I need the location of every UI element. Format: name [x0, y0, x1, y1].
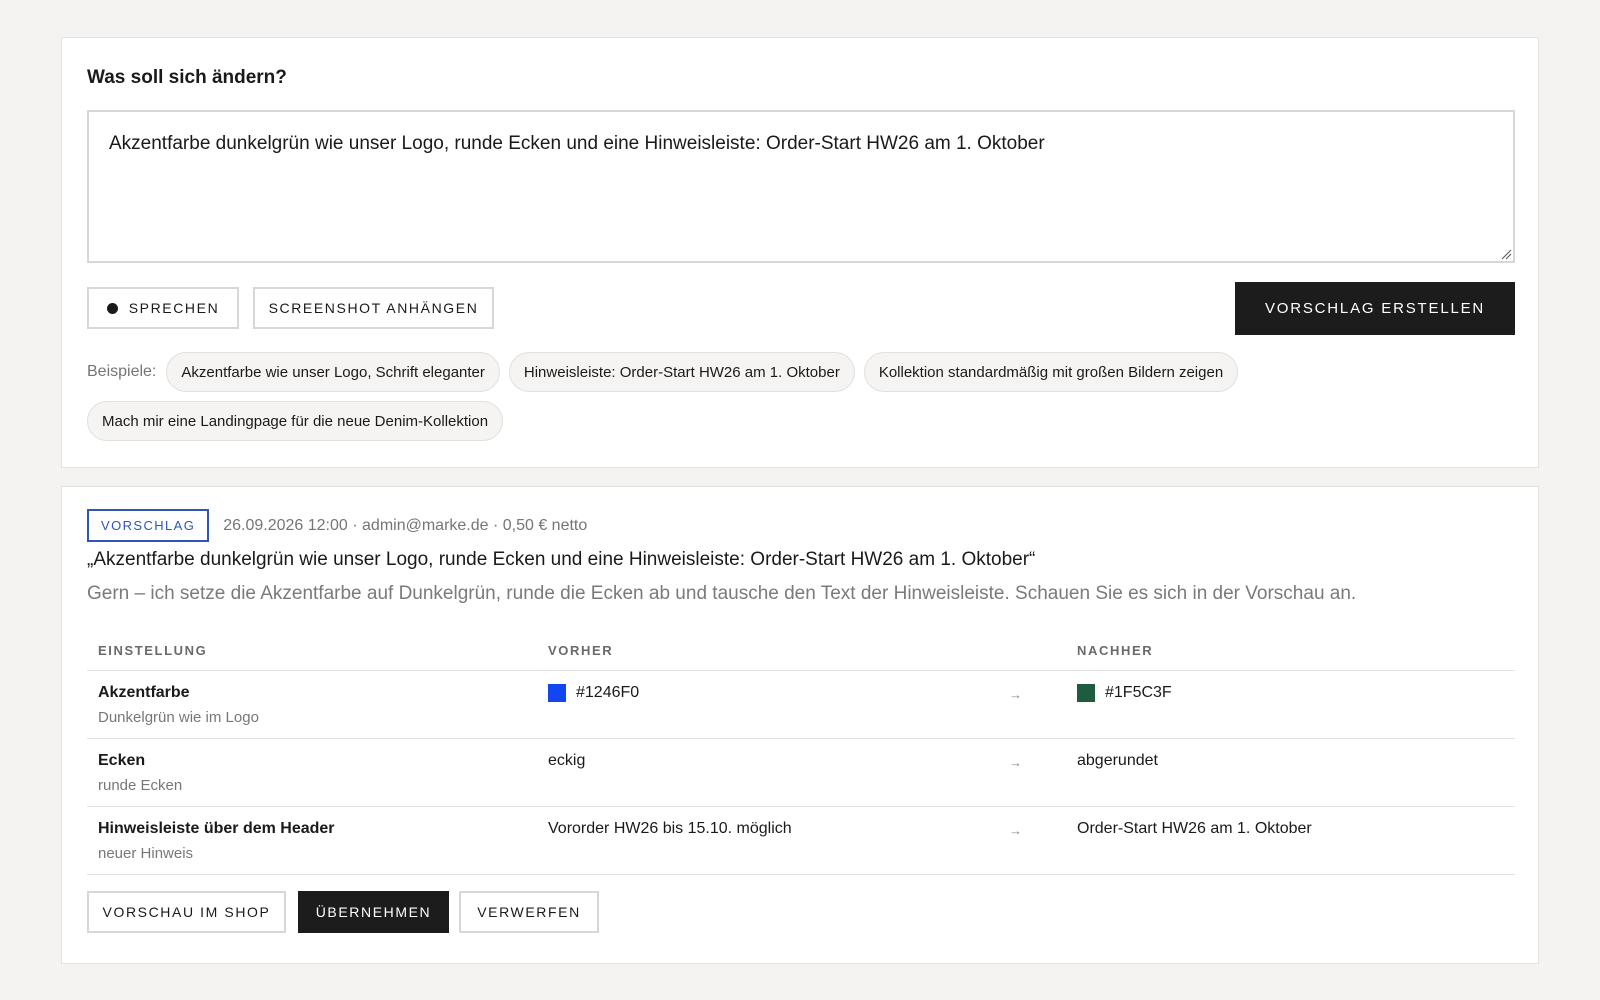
after-value: abgerundet: [1077, 752, 1158, 769]
record-dot-icon: [106, 302, 118, 314]
table-row: Hinweisleiste über dem Header neuer Hinw…: [87, 807, 1515, 875]
setting-description: neuer Hinweis: [98, 845, 194, 862]
preview-in-shop-button[interactable]: VORSCHAU IM SHOP: [87, 891, 286, 933]
table-row: Ecken runde Ecken eckig → abgerundet: [87, 739, 1515, 807]
examples-list: Beispiele: Akzentfarbe wie unser Logo, S…: [87, 352, 1517, 441]
arrow-right-icon: →: [1009, 687, 1022, 702]
table-row: Akzentfarbe Dunkelgrün wie im Logo #1246…: [87, 671, 1515, 739]
change-question-heading: Was soll sich ändern?: [87, 67, 287, 88]
discard-button[interactable]: VERWERFEN: [459, 891, 599, 933]
arrow-right-icon: →: [1009, 755, 1022, 770]
changes-table-header: EINSTELLUNG VORHER NACHHER: [87, 627, 1515, 671]
example-chip[interactable]: Hinweisleiste: Order-Start HW26 am 1. Ok…: [508, 352, 855, 392]
column-header-before: VORHER: [548, 643, 614, 658]
attach-screenshot-button[interactable]: SCREENSHOT ANHÄNGEN: [253, 287, 494, 329]
after-value: Order-Start HW26 am 1. Oktober: [1077, 820, 1312, 837]
arrow-right-icon: →: [1009, 823, 1022, 838]
apply-button[interactable]: ÜBERNEHMEN: [298, 891, 449, 933]
example-chip[interactable]: Akzentfarbe wie unser Logo, Schrift eleg…: [166, 352, 500, 392]
change-request-card: Was soll sich ändern? Akzentfarbe dunkel…: [61, 37, 1539, 468]
proposal-reply: Gern – ich setze die Akzentfarbe auf Dun…: [87, 583, 1357, 604]
setting-name: Hinweisleiste über dem Header: [98, 820, 335, 837]
color-swatch-before: [548, 684, 566, 702]
speak-button-label: SPRECHEN: [128, 300, 220, 316]
setting-name: Ecken: [98, 752, 146, 769]
proposal-card: VORSCHLAG 26.09.2026 12:00 · admin@marke…: [61, 486, 1539, 964]
before-value: Vororder HW26 bis 15.10. möglich: [548, 820, 792, 837]
create-proposal-button[interactable]: VORSCHLAG ERSTELLEN: [1235, 282, 1515, 335]
changes-table: EINSTELLUNG VORHER NACHHER Akzentfarbe D…: [87, 627, 1515, 875]
change-request-textarea[interactable]: Akzentfarbe dunkelgrün wie unser Logo, r…: [87, 110, 1515, 263]
column-header-after: NACHHER: [1077, 643, 1154, 658]
change-request-text: Akzentfarbe dunkelgrün wie unser Logo, r…: [109, 133, 1045, 154]
proposal-meta: 26.09.2026 12:00 · admin@marke.de · 0,50…: [223, 516, 588, 534]
setting-description: Dunkelgrün wie im Logo: [98, 709, 259, 726]
proposal-request-quote: „Akzentfarbe dunkelgrün wie unser Logo, …: [87, 549, 1036, 570]
example-chip[interactable]: Mach mir eine Landingpage für die neue D…: [87, 401, 504, 441]
after-value-text: #1F5C3F: [1105, 684, 1172, 701]
speak-button[interactable]: SPRECHEN: [87, 287, 239, 329]
resize-grip-icon[interactable]: [1500, 248, 1512, 260]
before-value: eckig: [548, 752, 586, 769]
color-swatch-after: [1077, 684, 1095, 702]
proposal-meta-row: VORSCHLAG 26.09.2026 12:00 · admin@marke…: [87, 509, 587, 542]
after-value: #1F5C3F: [1077, 684, 1172, 702]
examples-label: Beispiele:: [87, 363, 157, 380]
before-value-text: #1246F0: [576, 684, 640, 701]
setting-name: Akzentfarbe: [98, 684, 190, 701]
before-value: #1246F0: [548, 684, 639, 702]
column-header-setting: EINSTELLUNG: [98, 643, 208, 658]
example-chip[interactable]: Kollektion standardmäßig mit großen Bild…: [863, 352, 1239, 392]
setting-description: runde Ecken: [98, 777, 183, 794]
proposal-badge: VORSCHLAG: [87, 509, 210, 542]
